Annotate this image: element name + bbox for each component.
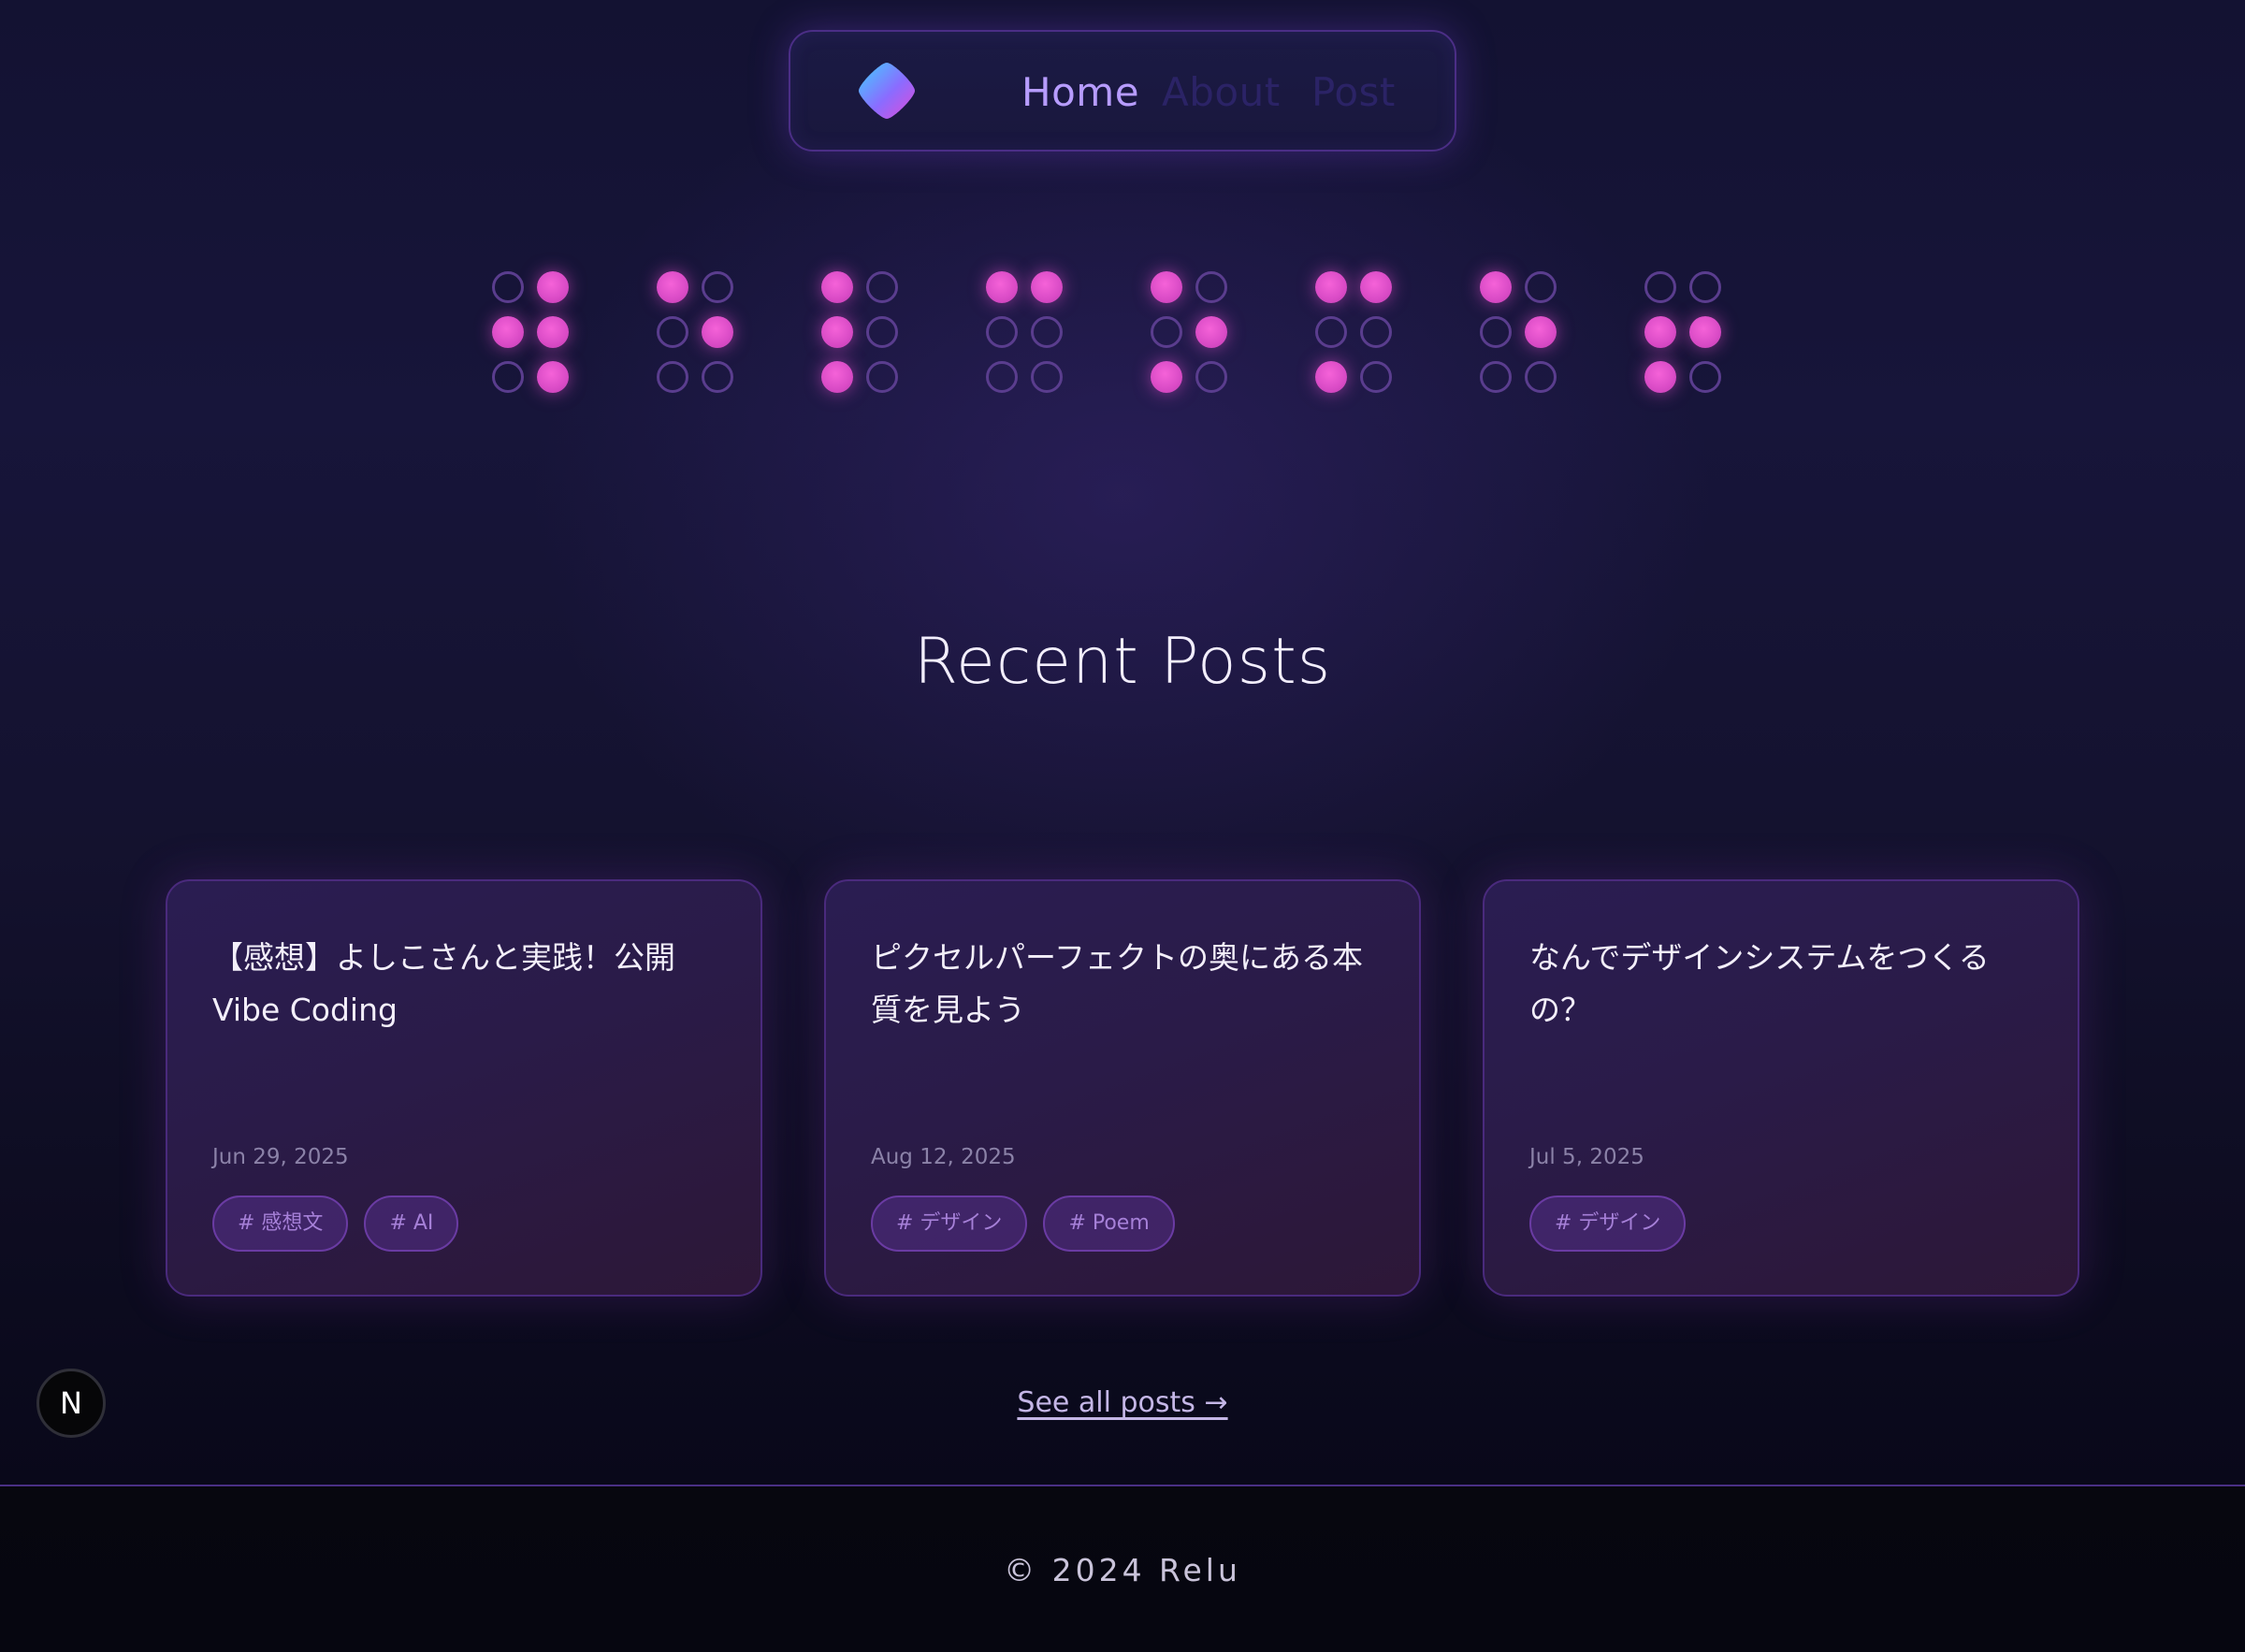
tag-badge[interactable]: # AI (364, 1196, 459, 1252)
post-card[interactable]: ピクセルパーフェクトの奥にある本質を見よう Aug 12, 2025 # デザイ… (824, 879, 1421, 1297)
dot-filled (702, 316, 733, 348)
dot-empty (1525, 361, 1557, 393)
post-title: ピクセルパーフェクトの奥にある本質を見よう (871, 939, 1364, 1028)
see-all-posts-link[interactable]: See all posts → (1017, 1386, 1227, 1419)
dot-empty (702, 271, 733, 303)
dot-filled (1031, 271, 1063, 303)
see-all-container: See all posts → (0, 1386, 2245, 1419)
dot-empty (866, 271, 898, 303)
dot-filled (1644, 316, 1676, 348)
post-date: Aug 12, 2025 (871, 1145, 1016, 1169)
dot-empty (986, 361, 1018, 393)
post-title: なんでデザインシステムをつくるの？ (1529, 939, 1990, 1028)
footer-copyright: © 2024 Relu (1004, 1552, 1241, 1588)
tag-badge[interactable]: # Poem (1043, 1196, 1175, 1252)
dot-filled (657, 271, 688, 303)
dot-filled (1525, 316, 1557, 348)
dot-empty (1360, 316, 1392, 348)
dot-empty (1480, 316, 1512, 348)
post-tags: # デザイン # Poem (871, 1196, 1175, 1252)
dot-empty (986, 316, 1018, 348)
dot-empty (866, 361, 898, 393)
dot-empty (702, 361, 733, 393)
dot-empty (1031, 361, 1063, 393)
dot-filled (1315, 271, 1347, 303)
dot-filled (537, 361, 569, 393)
dot-empty (1315, 316, 1347, 348)
dot-filled (1480, 271, 1512, 303)
dot-filled (1360, 271, 1392, 303)
dot-filled (1315, 361, 1347, 393)
tag-badge[interactable]: # デザイン (871, 1196, 1028, 1252)
dot-filled (1689, 316, 1721, 348)
dot-filled (986, 271, 1018, 303)
post-tags: # 感想文 # AI (212, 1196, 459, 1252)
dot-empty (1644, 271, 1676, 303)
dot-filled (821, 316, 853, 348)
dot-empty (657, 361, 688, 393)
dot-empty (1031, 316, 1063, 348)
nextjs-devtools-badge[interactable]: N (36, 1369, 106, 1438)
post-tags: # デザイン (1529, 1196, 1687, 1252)
dot-filled (537, 316, 569, 348)
dot-empty (1689, 271, 1721, 303)
dot-filled (1195, 316, 1227, 348)
dot-empty (1480, 361, 1512, 393)
dot-filled (821, 361, 853, 393)
post-date: Jun 29, 2025 (212, 1145, 349, 1169)
dot-filled (1151, 271, 1182, 303)
dot-empty (1195, 361, 1227, 393)
post-card[interactable]: 【感想】よしこさんと実践！公開Vibe Coding Jun 29, 2025 … (166, 879, 762, 1297)
dot-empty (492, 361, 524, 393)
dot-empty (1360, 361, 1392, 393)
dot-filled (821, 271, 853, 303)
post-date: Jul 5, 2025 (1529, 1145, 1644, 1169)
dot-empty (866, 316, 898, 348)
dot-empty (492, 271, 524, 303)
dot-empty (657, 316, 688, 348)
dot-filled (492, 316, 524, 348)
dot-empty (1689, 361, 1721, 393)
footer: © 2024 Relu (0, 1485, 2245, 1652)
dot-filled (1644, 361, 1676, 393)
post-card[interactable]: なんでデザインシステムをつくるの？ Jul 5, 2025 # デザイン (1483, 879, 2079, 1297)
dot-filled (1151, 361, 1182, 393)
tag-badge[interactable]: # 感想文 (212, 1196, 349, 1252)
dot-filled (537, 271, 569, 303)
dot-empty (1525, 271, 1557, 303)
tag-badge[interactable]: # デザイン (1529, 1196, 1687, 1252)
post-title: 【感想】よしこさんと実践！公開Vibe Coding (212, 939, 675, 1028)
braille-dot-pattern (0, 0, 2245, 421)
dot-empty (1151, 316, 1182, 348)
section-title: Recent Posts (913, 625, 1332, 699)
dot-empty (1195, 271, 1227, 303)
